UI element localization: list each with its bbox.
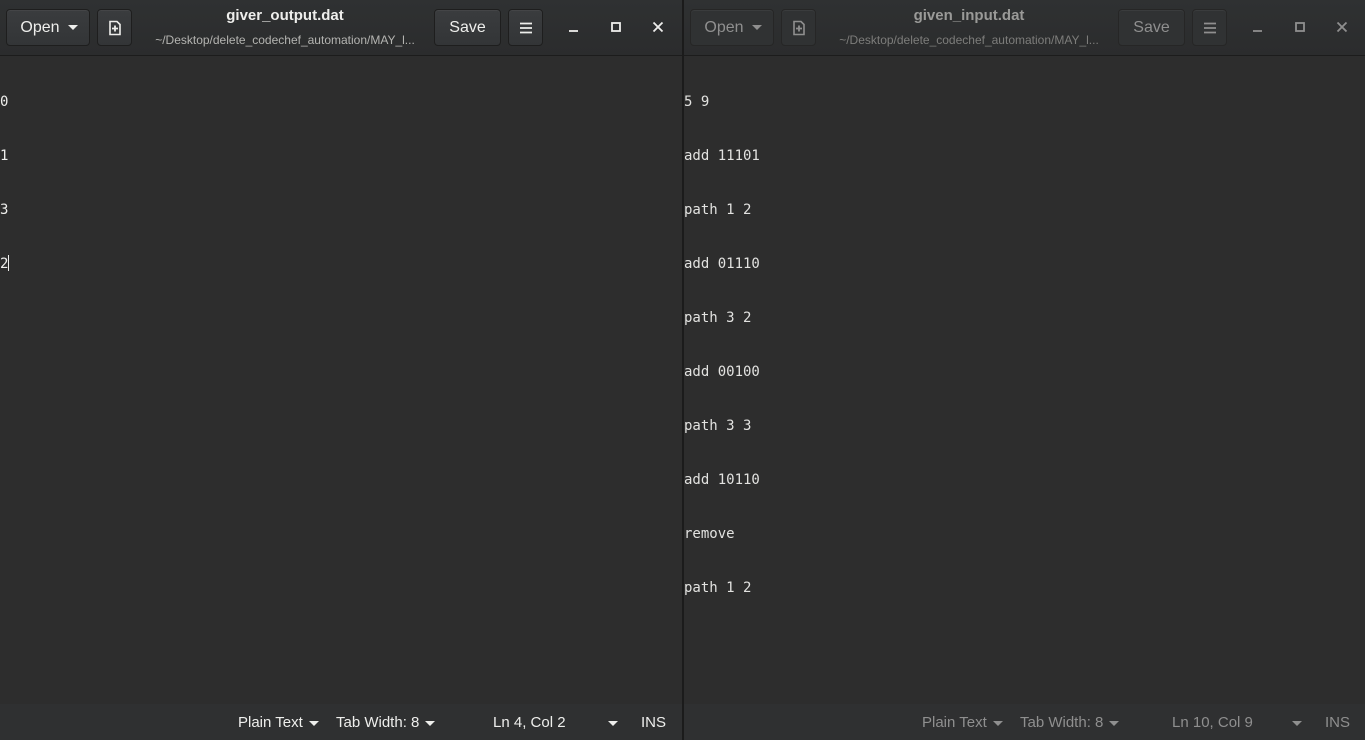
text-line: 5 9 bbox=[684, 94, 710, 110]
text-editor[interactable]: 5 9 add 11101 path 1 2 add 01110 path 3 … bbox=[684, 56, 1365, 704]
language-label: Plain Text bbox=[922, 713, 987, 731]
close-button[interactable] bbox=[1328, 13, 1356, 41]
new-document-button[interactable] bbox=[781, 9, 816, 46]
maximize-button[interactable] bbox=[602, 13, 630, 41]
new-document-icon bbox=[792, 20, 805, 35]
maximize-icon bbox=[611, 22, 621, 32]
text-line: 1 bbox=[0, 148, 9, 164]
chevron-down-icon bbox=[67, 25, 78, 30]
new-document-icon bbox=[108, 20, 121, 35]
insert-mode-indicator: INS bbox=[641, 713, 667, 731]
tab-width-label: Tab Width: 8 bbox=[1020, 713, 1104, 731]
header-bar: Open given_input.dat ~/Desktop/delete_co… bbox=[684, 0, 1365, 56]
text-lines: 0 1 3 2 bbox=[0, 56, 682, 309]
window-title: given_input.dat bbox=[913, 7, 1025, 24]
file-path: ~/Desktop/delete_codechef_automation/MAY… bbox=[155, 33, 415, 47]
hamburger-menu-icon bbox=[519, 22, 532, 33]
cursor-position: Ln 10, Col 9 bbox=[1172, 713, 1253, 731]
text-line: 0 bbox=[0, 94, 9, 110]
window-title-area: giver_output.dat ~/Desktop/delete_codech… bbox=[140, 6, 430, 47]
menu-button[interactable] bbox=[1192, 9, 1227, 46]
tab-width-selector[interactable]: Tab Width: 8 bbox=[336, 704, 436, 740]
minimize-icon bbox=[569, 30, 578, 32]
tab-width-selector[interactable]: Tab Width: 8 bbox=[1020, 704, 1120, 740]
editor-window-output: Open giver_output.dat ~/Desktop/delete_c… bbox=[0, 0, 682, 740]
cursor-position: Ln 4, Col 2 bbox=[493, 713, 566, 731]
chevron-down-icon bbox=[608, 720, 618, 726]
status-bar: Plain Text Tab Width: 8 Ln 4, Col 2 INS bbox=[0, 704, 682, 740]
text-line: path 1 2 bbox=[684, 580, 752, 596]
chevron-down-icon bbox=[425, 720, 436, 726]
menu-button[interactable] bbox=[508, 9, 543, 46]
tab-width-label: Tab Width: 8 bbox=[336, 713, 420, 731]
chevron-down-icon bbox=[751, 25, 762, 30]
text-line: remove bbox=[684, 526, 735, 542]
language-selector[interactable]: Plain Text bbox=[238, 704, 319, 740]
open-button-label: Open bbox=[20, 18, 60, 36]
window-title-area: given_input.dat ~/Desktop/delete_codeche… bbox=[824, 6, 1114, 47]
text-lines: 5 9 add 11101 path 1 2 add 01110 path 3 … bbox=[684, 56, 1365, 633]
chevron-down-icon bbox=[1292, 720, 1302, 726]
text-line: add 11101 bbox=[684, 148, 760, 164]
open-button-label: Open bbox=[704, 18, 744, 36]
close-icon bbox=[1336, 21, 1348, 33]
position-dropdown[interactable] bbox=[602, 704, 618, 740]
text-cursor bbox=[8, 255, 10, 271]
chevron-down-icon bbox=[992, 720, 1003, 726]
text-line: add 00100 bbox=[684, 364, 760, 380]
hamburger-menu-icon bbox=[1203, 22, 1216, 33]
text-line: path 1 2 bbox=[684, 202, 752, 218]
text-line: add 01110 bbox=[684, 256, 760, 272]
chevron-down-icon bbox=[308, 720, 319, 726]
new-document-button[interactable] bbox=[97, 9, 132, 46]
minimize-button[interactable] bbox=[560, 13, 588, 41]
close-icon bbox=[652, 21, 664, 33]
minimize-button[interactable] bbox=[1244, 13, 1272, 41]
status-bar: Plain Text Tab Width: 8 Ln 10, Col 9 INS bbox=[684, 704, 1365, 740]
text-editor[interactable]: 0 1 3 2 bbox=[0, 56, 682, 704]
file-path: ~/Desktop/delete_codechef_automation/MAY… bbox=[839, 33, 1099, 47]
save-button[interactable]: Save bbox=[434, 9, 501, 46]
language-selector[interactable]: Plain Text bbox=[922, 704, 1003, 740]
maximize-icon bbox=[1295, 22, 1305, 32]
text-line: 3 bbox=[0, 202, 9, 218]
open-button[interactable]: Open bbox=[690, 9, 774, 46]
maximize-button[interactable] bbox=[1286, 13, 1314, 41]
save-button[interactable]: Save bbox=[1118, 9, 1185, 46]
text-line-current: 2 bbox=[0, 255, 682, 273]
insert-mode-indicator: INS bbox=[1325, 713, 1351, 731]
close-button[interactable] bbox=[644, 13, 672, 41]
open-button[interactable]: Open bbox=[6, 9, 90, 46]
minimize-icon bbox=[1253, 30, 1262, 32]
position-dropdown[interactable] bbox=[1286, 704, 1302, 740]
editor-window-input: Open given_input.dat ~/Desktop/delete_co… bbox=[684, 0, 1365, 740]
window-title: giver_output.dat bbox=[226, 7, 344, 24]
header-bar: Open giver_output.dat ~/Desktop/delete_c… bbox=[0, 0, 682, 56]
chevron-down-icon bbox=[1109, 720, 1120, 726]
text-line: 2 bbox=[0, 256, 9, 272]
text-line: path 3 3 bbox=[684, 418, 752, 434]
text-line: add 10110 bbox=[684, 472, 760, 488]
language-label: Plain Text bbox=[238, 713, 303, 731]
text-line: path 3 2 bbox=[684, 310, 752, 326]
